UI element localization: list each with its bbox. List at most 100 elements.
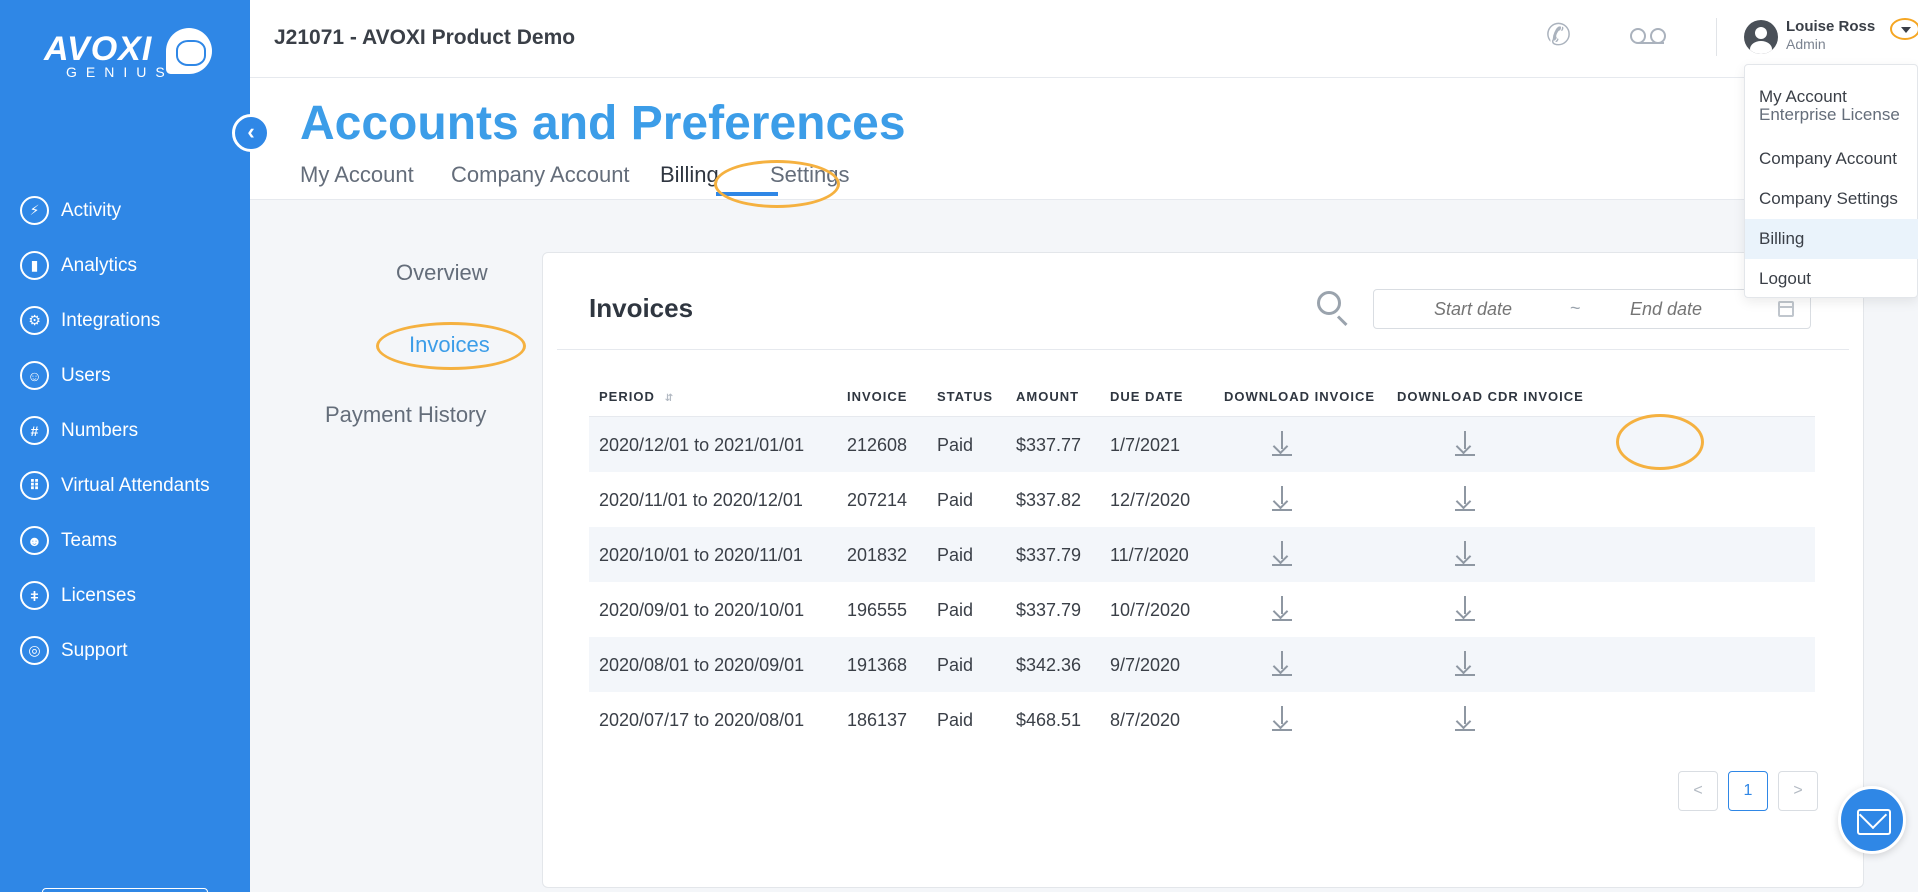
download-icon[interactable] <box>1272 486 1292 512</box>
menu-item-logout[interactable]: Logout <box>1745 259 1918 299</box>
cell-invoice: 212608 <box>847 435 908 455</box>
column-header-due-date: DUE DATE <box>1110 389 1184 404</box>
sidebar: AVOXI GENIUS ⚡ Activity ▮ Analytics ⚙ In… <box>0 0 250 892</box>
column-label: PERIOD <box>599 389 655 404</box>
date-range-separator: ~ <box>1570 298 1581 318</box>
download-icon[interactable] <box>1272 706 1292 732</box>
collapse-sidebar-button[interactable]: ‹ <box>232 114 270 152</box>
cell-status: Paid <box>937 600 974 620</box>
invoices-card: Invoices ~ PERIOD ⇵ INVOICE STATUS AMOUNT… <box>542 252 1864 888</box>
sidebar-item-support[interactable]: ◎ Support <box>0 623 250 678</box>
download-icon[interactable] <box>1272 431 1292 457</box>
download-icon[interactable] <box>1272 596 1292 622</box>
cell-status: Paid <box>937 435 974 455</box>
cell-due-date: 11/7/2020 <box>1110 545 1189 565</box>
cell-status: Paid <box>937 490 974 510</box>
billing-tab-highlight <box>714 160 840 208</box>
menu-item-company-account[interactable]: Company Account <box>1745 139 1918 179</box>
cell-amount: $468.51 <box>1016 710 1082 730</box>
column-header-amount: AMOUNT <box>1016 389 1080 404</box>
sidebar-item-label: Activity <box>61 199 122 221</box>
bar-chart-icon: ▮ <box>20 251 49 280</box>
pagination-prev-button[interactable]: < <box>1678 771 1718 811</box>
start-date-input[interactable] <box>1434 299 1554 320</box>
avoxi-genius-logo[interactable]: AVOXI GENIUS <box>44 26 214 86</box>
download-cdr-icon[interactable] <box>1455 706 1475 732</box>
end-date-input[interactable] <box>1630 299 1750 320</box>
table-row: 2020/08/01 to 2020/09/01 191368 Paid $34… <box>589 637 1815 692</box>
brain-bubble-icon <box>166 28 212 74</box>
pagination-next-button[interactable]: > <box>1778 771 1818 811</box>
table-row: 2020/10/01 to 2020/11/01 201832 Paid $33… <box>589 527 1815 582</box>
voicemail-icon[interactable] <box>1630 24 1672 48</box>
users-icon: ☺ <box>20 361 49 390</box>
calendar-icon[interactable] <box>1778 301 1794 317</box>
chat-envelope-icon[interactable] <box>1838 786 1906 854</box>
tab-company-account[interactable]: Company Account <box>451 162 630 188</box>
table-row: 2020/09/01 to 2020/10/01 196555 Paid $33… <box>589 582 1815 637</box>
sidebar-item-integrations[interactable]: ⚙ Integrations <box>0 293 250 348</box>
cell-period: 2020/07/17 to 2020/08/01 <box>599 710 805 730</box>
sidebar-bottom-control[interactable] <box>42 888 208 892</box>
tab-billing[interactable]: Billing <box>660 162 719 188</box>
sidebar-item-analytics[interactable]: ▮ Analytics <box>0 238 250 293</box>
sidebar-item-numbers[interactable]: # Numbers <box>0 403 250 458</box>
search-icon[interactable] <box>1317 291 1351 327</box>
pagination-page-1[interactable]: 1 <box>1728 771 1768 811</box>
subnav-overview[interactable]: Overview <box>396 260 488 286</box>
download-icon[interactable] <box>1272 541 1292 567</box>
column-header-download-cdr-invoice: DOWNLOAD CDR INVOICE <box>1397 389 1584 404</box>
lightning-icon: ⚡ <box>20 196 49 225</box>
team-icon: ☻ <box>20 526 49 555</box>
avatar[interactable] <box>1744 20 1778 54</box>
sidebar-item-label: Licenses <box>61 584 136 606</box>
chevron-down-icon[interactable] <box>1890 18 1918 40</box>
column-header-invoice: INVOICE <box>847 389 908 404</box>
search-ring <box>1317 291 1341 315</box>
download-cdr-icon[interactable] <box>1455 431 1475 457</box>
sidebar-item-label: Virtual Attendants <box>61 474 210 496</box>
menu-item-company-settings[interactable]: Company Settings <box>1745 179 1918 219</box>
download-cdr-icon[interactable] <box>1455 651 1475 677</box>
cell-amount: $337.82 <box>1016 490 1082 510</box>
topbar-divider <box>1716 18 1717 56</box>
cell-invoice: 207214 <box>847 490 908 510</box>
hash-icon: # <box>20 416 49 445</box>
sidebar-item-licenses[interactable]: ǂ Licenses <box>0 568 250 623</box>
cell-period: 2020/11/01 to 2020/12/01 <box>599 490 803 510</box>
sort-icon[interactable]: ⇵ <box>665 393 674 404</box>
cell-status: Paid <box>937 545 974 565</box>
menu-item-billing[interactable]: Billing <box>1745 219 1918 259</box>
logo-subtext: GENIUS <box>66 64 174 80</box>
sidebar-item-users[interactable]: ☺ Users <box>0 348 250 403</box>
grid-phone-icon: ⠿ <box>20 471 49 500</box>
sidebar-item-label: Users <box>61 364 111 386</box>
column-header-status: STATUS <box>937 389 994 404</box>
subnav-payment-history[interactable]: Payment History <box>325 402 486 428</box>
cell-due-date: 8/7/2020 <box>1110 710 1181 730</box>
sidebar-item-label: Analytics <box>61 254 138 276</box>
table-header: PERIOD ⇵ INVOICE STATUS AMOUNT DUE DATE D… <box>589 381 1815 417</box>
cell-status: Paid <box>937 710 974 730</box>
page-title: Accounts and Preferences <box>300 97 906 150</box>
account-title: J21071 - AVOXI Product Demo <box>274 26 576 49</box>
user-name[interactable]: Louise Ross <box>1786 18 1875 35</box>
sidebar-nav: ⚡ Activity ▮ Analytics ⚙ Integrations ☺ … <box>0 183 250 678</box>
column-header-download-invoice: DOWNLOAD INVOICE <box>1224 389 1376 404</box>
sidebar-item-virtual-attendants[interactable]: ⠿ Virtual Attendants <box>0 458 250 513</box>
cell-period: 2020/12/01 to 2021/01/01 <box>599 435 805 455</box>
cdr-download-highlight <box>1616 414 1704 470</box>
download-cdr-icon[interactable] <box>1455 486 1475 512</box>
download-icon[interactable] <box>1272 651 1292 677</box>
card-divider <box>557 349 1849 350</box>
download-cdr-icon[interactable] <box>1455 596 1475 622</box>
sidebar-item-teams[interactable]: ☻ Teams <box>0 513 250 568</box>
column-header-period[interactable]: PERIOD ⇵ <box>599 389 674 404</box>
menu-item-label: My Account <box>1759 87 1847 106</box>
key-icon: ǂ <box>20 581 49 610</box>
download-cdr-icon[interactable] <box>1455 541 1475 567</box>
tab-my-account[interactable]: My Account <box>300 162 414 188</box>
phone-call-icon[interactable]: ✆ <box>1546 18 1590 58</box>
sidebar-item-label: Support <box>61 639 128 661</box>
sidebar-item-activity[interactable]: ⚡ Activity <box>0 183 250 238</box>
